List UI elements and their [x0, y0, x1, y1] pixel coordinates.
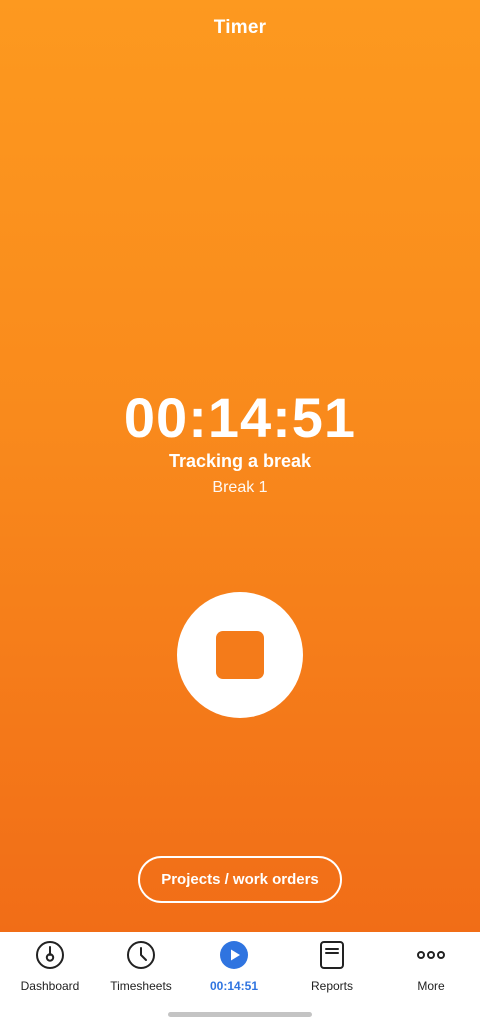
clock-icon: [126, 940, 156, 970]
timer-main-panel: Timer 00:14:51 Tracking a break Break 1 …: [0, 0, 480, 932]
nav-label-timesheets: Timesheets: [110, 979, 172, 993]
nav-item-reports[interactable]: Reports: [284, 940, 380, 1004]
nav-item-more[interactable]: More: [383, 940, 479, 1004]
home-indicator-bar[interactable]: [168, 1012, 312, 1017]
nav-label-more: More: [417, 979, 445, 993]
break-label: Break 1: [212, 479, 268, 496]
tracking-status: Tracking a break: [168, 451, 312, 471]
nav-item-dashboard[interactable]: Dashboard: [2, 940, 98, 1004]
bottom-navigation: Dashboard Timesheets 00:14:51 Reports Mo…: [0, 932, 480, 1024]
stop-icon: [216, 631, 264, 679]
play-icon: [219, 940, 249, 970]
nav-label-active-timer: 00:14:51: [209, 979, 259, 993]
stop-button[interactable]: [177, 592, 303, 718]
nav-label-dashboard: Dashboard: [20, 979, 80, 993]
nav-item-active-timer[interactable]: 00:14:51: [186, 940, 282, 1004]
elapsed-time-display: 00:14:51: [123, 386, 357, 449]
projects-work-orders-button[interactable]: Projects / work orders: [138, 856, 342, 903]
page-title: Timer: [213, 17, 267, 38]
report-document-icon: [317, 940, 347, 970]
dashboard-gauge-icon: [35, 940, 65, 970]
nav-label-reports: Reports: [310, 979, 354, 993]
more-dots-icon: [416, 940, 446, 970]
timer-screen: Timer 00:14:51 Tracking a break Break 1 …: [0, 0, 480, 1024]
nav-item-timesheets[interactable]: Timesheets: [93, 940, 189, 1004]
